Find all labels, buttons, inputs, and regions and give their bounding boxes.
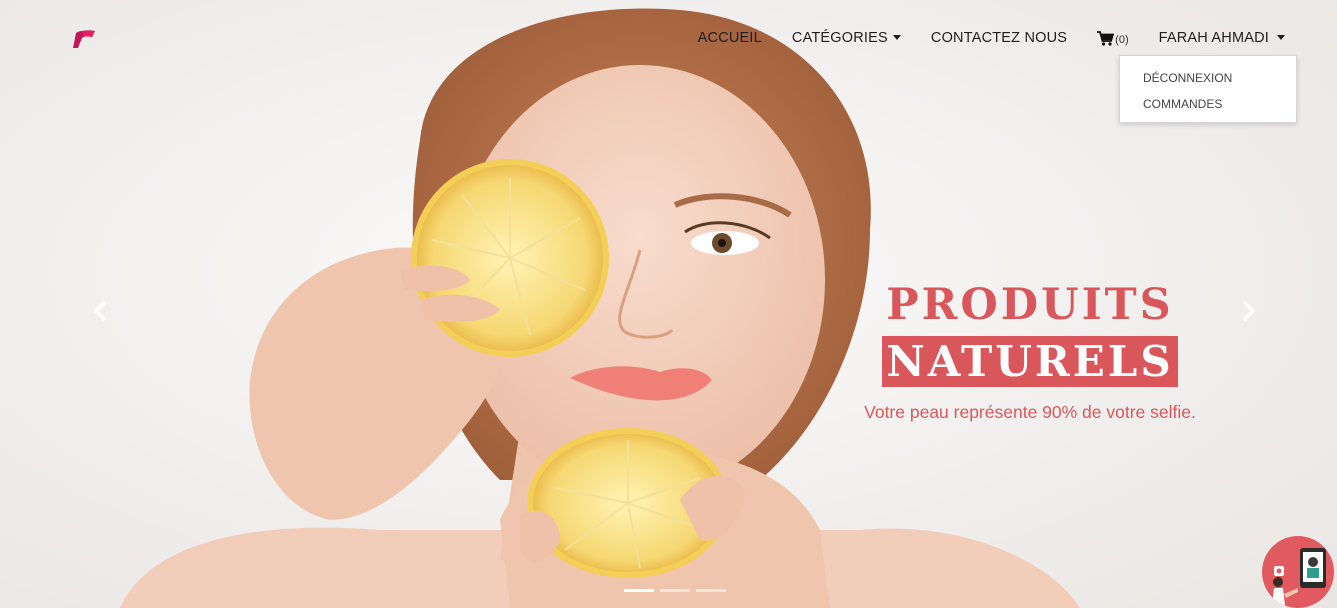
carousel-prev-button[interactable] [91, 300, 111, 322]
cart-count: (0) [1115, 33, 1129, 46]
nav-categories[interactable]: CATÉGORIES [792, 30, 901, 46]
nav-contact[interactable]: CONTACTEZ NOUS [931, 30, 1067, 46]
brand-logo[interactable] [70, 28, 98, 50]
menu-item-commandes[interactable]: COMMANDES [1120, 96, 1296, 122]
hero-title-line2: NATURELS [882, 336, 1178, 387]
main-nav: ACCUEIL CATÉGORIES CONTACTEZ NOUS (0) FA… [668, 30, 1285, 46]
shopping-cart-icon [1097, 30, 1115, 46]
nav-accueil[interactable]: ACCUEIL [698, 30, 762, 46]
hero-tagline: Votre peau représente 90% de votre selfi… [864, 402, 1196, 422]
cart-link[interactable]: (0) [1097, 30, 1129, 46]
chevron-down-icon [892, 34, 901, 40]
carousel-indicator-1[interactable] [624, 589, 654, 592]
user-dropdown-menu: DÉCONNEXION COMMANDES [1119, 55, 1297, 123]
user-menu-toggle[interactable]: FARAH AHMADI [1159, 30, 1285, 46]
chevron-left-icon [93, 300, 107, 322]
hero-caption: PRODUITS NATURELS Votre peau représente … [860, 280, 1200, 423]
carousel-indicator-3[interactable] [696, 589, 726, 592]
chat-support-icon [1272, 548, 1326, 606]
chevron-right-icon [1242, 300, 1256, 322]
chat-support-button[interactable] [1262, 536, 1334, 608]
carousel-indicators [624, 589, 732, 592]
carousel-indicator-2[interactable] [660, 589, 690, 592]
menu-item-deconnexion[interactable]: DÉCONNEXION [1120, 70, 1296, 96]
user-name: FARAH AHMADI [1158, 30, 1269, 46]
carousel-next-button[interactable] [1238, 300, 1258, 322]
nav-categories-label: CATÉGORIES [791, 30, 888, 46]
chevron-down-icon [1277, 34, 1285, 40]
hero-title-line1: PRODUITS [886, 280, 1174, 330]
